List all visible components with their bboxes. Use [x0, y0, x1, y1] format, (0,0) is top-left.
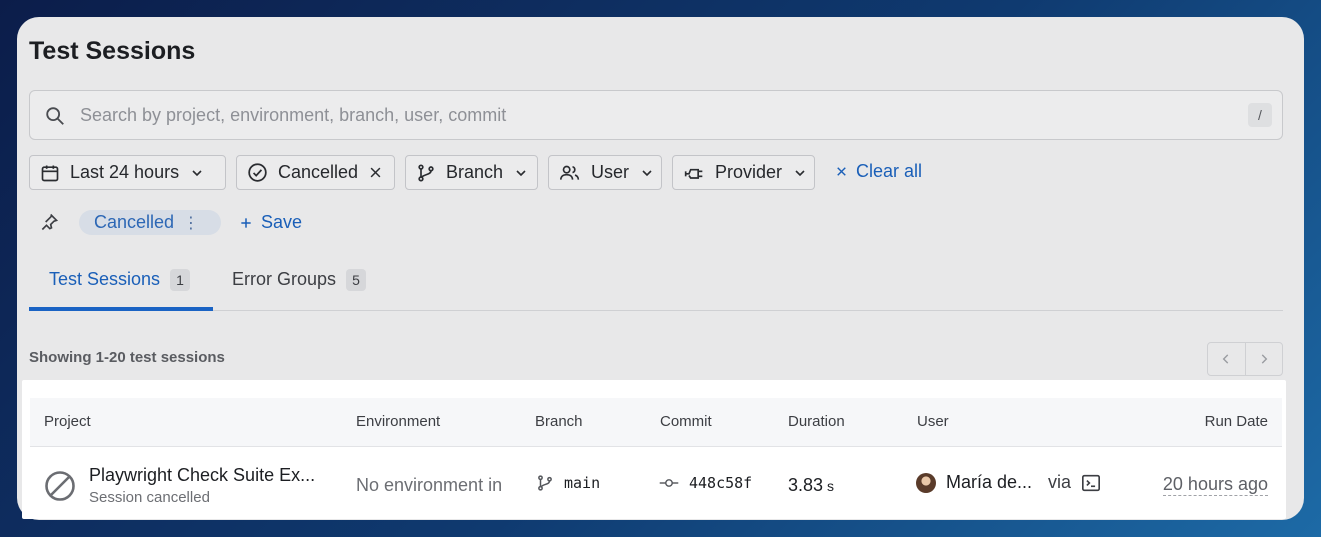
chevron-down-icon [795, 169, 805, 176]
filter-time-range-label: Last 24 hours [70, 162, 180, 182]
branch-value: main [536, 474, 600, 492]
session-status: Session cancelled [89, 489, 210, 506]
git-branch-icon [418, 163, 434, 181]
pagination [1207, 342, 1283, 376]
close-icon [837, 167, 846, 176]
branch-name: main [564, 474, 601, 492]
previous-page-button[interactable] [1208, 343, 1246, 375]
user-value: María de... via [916, 472, 1101, 493]
saved-view-label: Cancelled [94, 212, 175, 232]
cancelled-status-icon [45, 471, 75, 501]
column-project[interactable]: Project [44, 413, 91, 430]
filter-provider[interactable]: Provider [672, 155, 815, 190]
column-user[interactable]: User [917, 413, 949, 430]
clear-all-button[interactable]: Clear all [835, 161, 922, 182]
filter-branch[interactable]: Branch [405, 155, 538, 190]
user-name: María de... [946, 472, 1033, 492]
check-circle-icon [248, 163, 267, 182]
next-page-button[interactable] [1246, 343, 1283, 375]
more-options-icon[interactable]: ⋮ [183, 213, 199, 233]
provider-plug-icon [684, 168, 703, 179]
column-environment[interactable]: Environment [356, 413, 440, 430]
column-run-date[interactable]: Run Date [1205, 413, 1268, 430]
page-title: Test Sessions [29, 37, 196, 65]
tab-bar: Test Sessions 1 Error Groups 5 [29, 263, 1283, 311]
terminal-icon [1082, 474, 1101, 491]
git-branch-icon [538, 475, 552, 491]
search-shortcut-key: / [1248, 103, 1272, 127]
chevron-down-icon [642, 169, 652, 176]
save-view-label: Save [261, 212, 303, 232]
saved-view-chip[interactable]: Cancelled ⋮ [79, 210, 221, 235]
plus-icon [241, 217, 251, 228]
environment-value: No environment in [356, 475, 503, 495]
close-icon[interactable] [368, 165, 383, 180]
chevron-right-icon [1261, 354, 1268, 364]
filter-provider-label: Provider [715, 162, 783, 182]
filter-user-label: User [591, 162, 630, 182]
tab-error-groups-count: 5 [346, 269, 367, 291]
filter-status-label: Cancelled [278, 162, 359, 182]
sessions-table: Project Environment Branch Commit Durati… [22, 380, 1286, 519]
filter-status[interactable]: Cancelled [236, 155, 395, 190]
duration-unit: s [827, 478, 835, 494]
filter-user[interactable]: User [548, 155, 662, 190]
table-header: Project Environment Branch Commit Durati… [30, 398, 1282, 447]
chevron-down-icon [516, 169, 526, 176]
run-date[interactable]: 20 hours ago [1162, 474, 1268, 496]
via-label: via [1048, 472, 1072, 492]
search-icon [46, 107, 64, 125]
clear-all-label: Clear all [856, 161, 923, 181]
tab-test-sessions[interactable]: Test Sessions 1 [29, 263, 213, 311]
search-bar[interactable]: / [29, 90, 1283, 140]
filter-branch-label: Branch [446, 162, 504, 182]
commit-value: 448c58f [659, 474, 752, 492]
commit-hash: 448c58f [689, 474, 753, 492]
chevron-left-icon [1222, 354, 1229, 364]
git-commit-icon [659, 479, 679, 487]
results-count: Showing 1-20 test sessions [29, 349, 225, 366]
filter-time-range[interactable]: Last 24 hours [29, 155, 226, 190]
tab-error-groups[interactable]: Error Groups 5 [232, 263, 392, 311]
pin-icon[interactable] [39, 212, 59, 232]
users-icon [560, 165, 580, 180]
calendar-icon [41, 165, 59, 181]
tab-test-sessions-count: 1 [170, 269, 191, 291]
column-branch[interactable]: Branch [535, 413, 583, 430]
save-view-button[interactable]: Save [239, 212, 302, 233]
avatar [916, 472, 936, 493]
project-name[interactable]: Playwright Check Suite Ex... [89, 465, 315, 486]
duration-value: 3.83 s [788, 475, 834, 496]
column-commit[interactable]: Commit [660, 413, 712, 430]
column-duration[interactable]: Duration [788, 413, 845, 430]
table-row[interactable]: Playwright Check Suite Ex... Session can… [30, 448, 1282, 516]
search-input[interactable] [80, 101, 1220, 129]
tab-test-sessions-label: Test Sessions [49, 269, 161, 289]
duration-number: 3.83 [788, 475, 824, 495]
chevron-down-icon [192, 169, 202, 176]
tab-error-groups-label: Error Groups [232, 269, 337, 289]
